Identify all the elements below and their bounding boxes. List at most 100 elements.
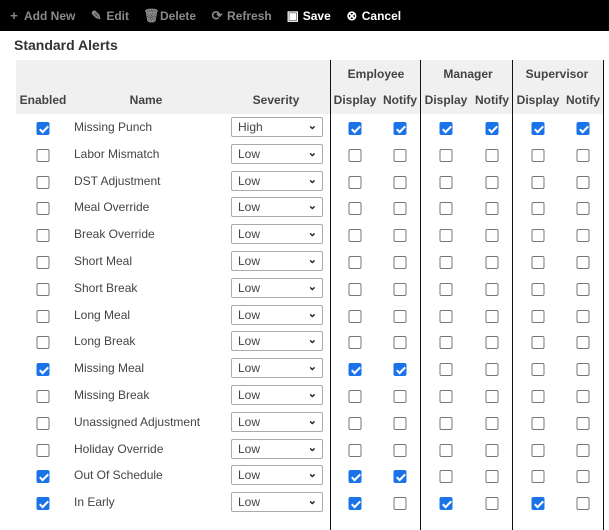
supervisor-display-checkbox[interactable] (531, 363, 545, 377)
severity-select[interactable]: Low ⌄ (231, 224, 323, 245)
employee-display-checkbox[interactable] (348, 122, 362, 135)
employee-notify-checkbox[interactable] (393, 497, 407, 511)
supervisor-display-checkbox[interactable] (531, 122, 545, 135)
supervisor-display-checkbox[interactable] (531, 229, 545, 243)
employee-display-checkbox[interactable] (348, 175, 362, 189)
employee-display-checkbox[interactable] (348, 282, 362, 296)
employee-display-checkbox[interactable] (348, 255, 362, 269)
employee-notify-checkbox[interactable] (393, 416, 407, 430)
supervisor-notify-checkbox[interactable] (576, 416, 590, 430)
employee-notify-checkbox[interactable] (393, 255, 407, 269)
manager-notify-checkbox[interactable] (485, 363, 499, 377)
edit-button[interactable]: ✎ Edit (89, 8, 129, 24)
supervisor-display-checkbox[interactable] (531, 497, 545, 511)
supervisor-display-checkbox[interactable] (531, 443, 545, 457)
manager-display-checkbox[interactable] (439, 443, 453, 457)
severity-select[interactable]: Low ⌄ (231, 492, 323, 513)
manager-display-checkbox[interactable] (439, 282, 453, 296)
employee-notify-checkbox[interactable] (393, 309, 407, 323)
manager-notify-checkbox[interactable] (485, 443, 499, 457)
severity-select[interactable]: Low ⌄ (231, 465, 323, 486)
employee-notify-checkbox[interactable] (393, 443, 407, 457)
manager-display-checkbox[interactable] (439, 148, 453, 162)
employee-display-checkbox[interactable] (348, 309, 362, 323)
manager-display-checkbox[interactable] (439, 255, 453, 269)
supervisor-display-checkbox[interactable] (531, 416, 545, 430)
supervisor-display-checkbox[interactable] (531, 309, 545, 323)
employee-display-checkbox[interactable] (348, 336, 362, 350)
manager-display-checkbox[interactable] (439, 470, 453, 484)
enabled-checkbox[interactable] (36, 336, 50, 350)
manager-notify-checkbox[interactable] (485, 175, 499, 189)
supervisor-notify-checkbox[interactable] (576, 202, 590, 216)
supervisor-display-checkbox[interactable] (531, 255, 545, 269)
enabled-checkbox[interactable] (36, 363, 50, 377)
severity-select[interactable]: Low ⌄ (231, 358, 323, 379)
employee-display-checkbox[interactable] (348, 148, 362, 162)
severity-select[interactable]: Low ⌄ (231, 331, 323, 352)
manager-display-checkbox[interactable] (439, 363, 453, 377)
enabled-checkbox[interactable] (36, 122, 50, 135)
employee-display-checkbox[interactable] (348, 470, 362, 484)
supervisor-display-checkbox[interactable] (531, 470, 545, 484)
cancel-button[interactable]: ⊗ Cancel (345, 8, 401, 24)
supervisor-display-checkbox[interactable] (531, 175, 545, 189)
manager-display-checkbox[interactable] (439, 389, 453, 403)
supervisor-notify-checkbox[interactable] (576, 282, 590, 296)
employee-display-checkbox[interactable] (348, 443, 362, 457)
employee-notify-checkbox[interactable] (393, 336, 407, 350)
enabled-checkbox[interactable] (36, 282, 50, 296)
supervisor-notify-checkbox[interactable] (576, 148, 590, 162)
severity-select[interactable]: Low ⌄ (231, 304, 323, 325)
severity-select[interactable]: Low ⌄ (231, 384, 323, 405)
employee-notify-checkbox[interactable] (393, 470, 407, 484)
manager-notify-checkbox[interactable] (485, 336, 499, 350)
severity-select[interactable]: Low ⌄ (231, 170, 323, 191)
manager-display-checkbox[interactable] (439, 122, 453, 135)
supervisor-notify-checkbox[interactable] (576, 470, 590, 484)
supervisor-notify-checkbox[interactable] (576, 363, 590, 377)
enabled-checkbox[interactable] (36, 309, 50, 323)
employee-display-checkbox[interactable] (348, 363, 362, 377)
save-button[interactable]: ▣ Save (286, 8, 331, 24)
enabled-checkbox[interactable] (36, 202, 50, 216)
severity-select[interactable]: Low ⌄ (231, 197, 323, 218)
supervisor-notify-checkbox[interactable] (576, 389, 590, 403)
manager-notify-checkbox[interactable] (485, 497, 499, 511)
delete-button[interactable]: 🗑 Delete (143, 8, 196, 24)
employee-notify-checkbox[interactable] (393, 229, 407, 243)
supervisor-display-checkbox[interactable] (531, 148, 545, 162)
enabled-checkbox[interactable] (36, 229, 50, 243)
employee-notify-checkbox[interactable] (393, 148, 407, 162)
refresh-button[interactable]: ⟳ Refresh (210, 8, 272, 24)
employee-display-checkbox[interactable] (348, 389, 362, 403)
enabled-checkbox[interactable] (36, 416, 50, 430)
manager-display-checkbox[interactable] (439, 175, 453, 189)
supervisor-notify-checkbox[interactable] (576, 497, 590, 511)
manager-display-checkbox[interactable] (439, 309, 453, 323)
employee-notify-checkbox[interactable] (393, 122, 407, 135)
supervisor-notify-checkbox[interactable] (576, 229, 590, 243)
manager-display-checkbox[interactable] (439, 336, 453, 350)
header-name[interactable]: Name (130, 93, 163, 107)
manager-notify-checkbox[interactable] (485, 470, 499, 484)
employee-display-checkbox[interactable] (348, 416, 362, 430)
add-new-button[interactable]: + Add New (7, 8, 75, 23)
manager-display-checkbox[interactable] (439, 202, 453, 216)
severity-select[interactable]: Low ⌄ (231, 438, 323, 459)
supervisor-notify-checkbox[interactable] (576, 443, 590, 457)
header-severity[interactable]: Severity (253, 93, 300, 107)
supervisor-display-checkbox[interactable] (531, 336, 545, 350)
supervisor-notify-checkbox[interactable] (576, 122, 590, 135)
manager-notify-checkbox[interactable] (485, 255, 499, 269)
employee-notify-checkbox[interactable] (393, 282, 407, 296)
enabled-checkbox[interactable] (36, 255, 50, 269)
employee-notify-checkbox[interactable] (393, 175, 407, 189)
manager-display-checkbox[interactable] (439, 229, 453, 243)
manager-display-checkbox[interactable] (439, 416, 453, 430)
enabled-checkbox[interactable] (36, 443, 50, 457)
enabled-checkbox[interactable] (36, 497, 50, 511)
supervisor-notify-checkbox[interactable] (576, 175, 590, 189)
supervisor-display-checkbox[interactable] (531, 389, 545, 403)
manager-notify-checkbox[interactable] (485, 282, 499, 296)
